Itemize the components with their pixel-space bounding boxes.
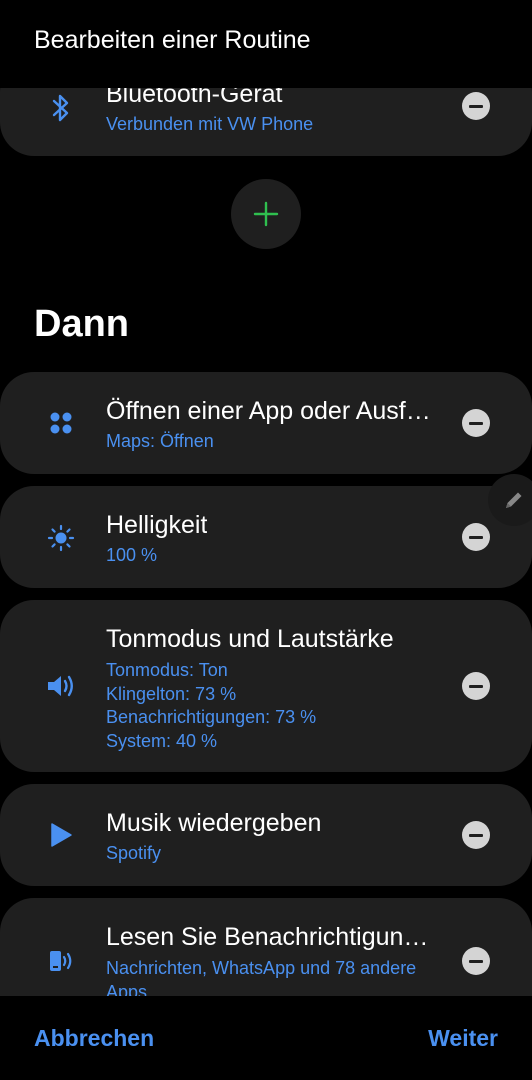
card-subtitle-line: Benachrichtigungen: 73 % <box>106 707 317 727</box>
then-card-brightness[interactable]: Helligkeit 100 % <box>0 486 532 588</box>
card-subtitle-line: Klingelton: 73 % <box>106 683 237 704</box>
card-subtitle: Verbunden mit VW Phone <box>106 114 314 134</box>
bluetooth-icon <box>46 93 76 123</box>
remove-button[interactable] <box>462 409 490 437</box>
card-title: Lesen Sie Benachrichtigun… <box>106 923 429 951</box>
remove-button[interactable] <box>462 821 490 849</box>
play-icon <box>46 820 76 850</box>
card-subtitle-line: System: 40 % <box>106 730 218 751</box>
edit-routine-screen: Bluetooth-Gerät Verbunden mit VW Phone D… <box>0 0 532 1080</box>
card-subtitle: Spotify <box>106 843 162 863</box>
page-title: Bearbeiten einer Routine <box>34 26 311 54</box>
card-title: Tonmodus und Lautstärke <box>106 625 394 653</box>
plus-icon <box>253 201 279 227</box>
card-subtitle-line: Nachrichten, WhatsApp und 78 andere <box>106 958 417 978</box>
pencil-icon <box>506 492 522 508</box>
card-title: Musik wiedergeben <box>106 809 322 837</box>
card-subtitle: 100 % <box>106 545 158 565</box>
card-subtitle-line: Tonmodus: Ton <box>106 660 228 680</box>
add-condition-button[interactable] <box>231 179 301 249</box>
app-header: Bearbeiten einer Routine <box>0 0 532 88</box>
volume-icon <box>46 671 76 701</box>
cancel-button[interactable]: Abbrechen <box>34 1024 154 1052</box>
then-card-open-app[interactable]: Öffnen einer App oder Ausf… Maps: Öffnen <box>0 372 532 474</box>
read-notifications-icon <box>46 946 76 976</box>
bottom-action-bar: Abbrechen Weiter <box>0 996 532 1080</box>
remove-button[interactable] <box>462 672 490 700</box>
then-card-read-notifications[interactable]: Lesen Sie Benachrichtigun… Nachrichten, … <box>0 898 532 996</box>
apps-grid-icon <box>46 408 76 438</box>
card-subtitle-line: Apps <box>106 981 148 997</box>
card-title: Öffnen einer App oder Ausf… <box>106 397 431 425</box>
remove-button[interactable] <box>462 523 490 551</box>
remove-button[interactable] <box>462 92 490 120</box>
card-title: Helligkeit <box>106 511 208 539</box>
brightness-icon <box>46 523 76 553</box>
routine-content[interactable]: Bluetooth-Gerät Verbunden mit VW Phone D… <box>0 0 532 996</box>
then-card-play-music[interactable]: Musik wiedergeben Spotify <box>0 784 532 886</box>
then-card-sound-mode[interactable]: Tonmodus und Lautstärke Tonmodus: Ton Kl… <box>0 600 532 772</box>
next-button[interactable]: Weiter <box>428 1024 498 1052</box>
section-title-then: Dann <box>34 303 129 345</box>
edit-pencil-button[interactable] <box>488 474 532 526</box>
remove-button[interactable] <box>462 947 490 975</box>
card-subtitle: Maps: Öffnen <box>106 431 214 451</box>
